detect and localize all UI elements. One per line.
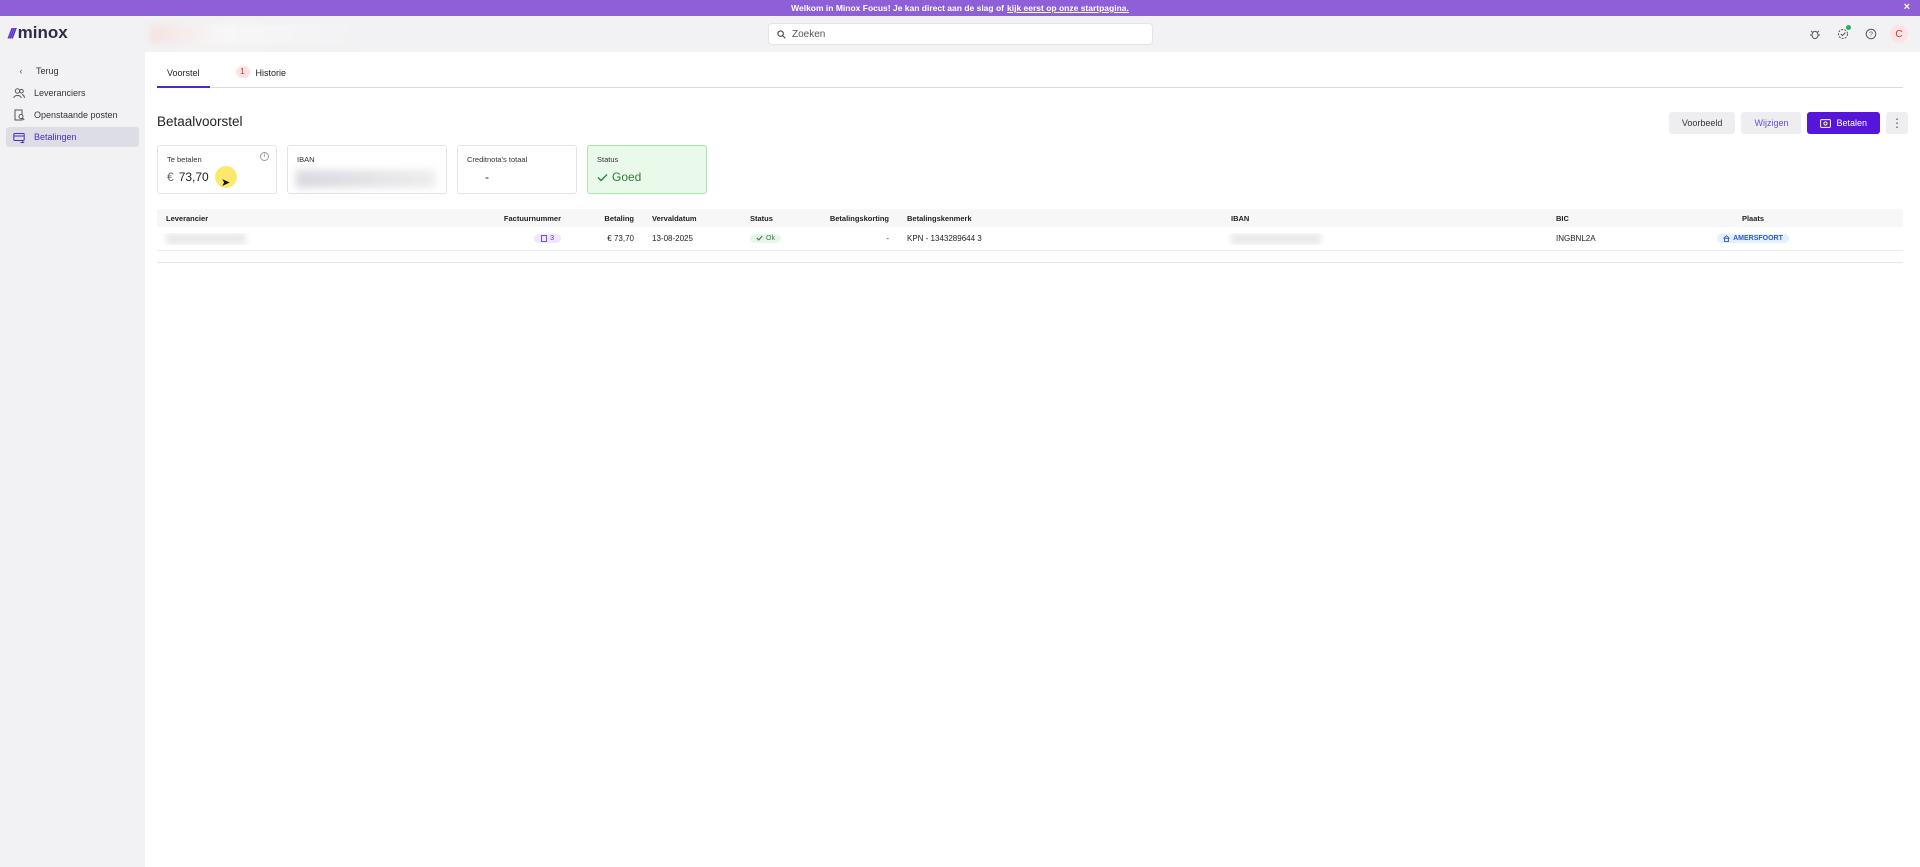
tab-bar: Voorstel 1 Historie (157, 66, 1903, 88)
document-search-icon (12, 109, 26, 121)
tasks-icon[interactable] (1834, 25, 1852, 43)
cell-due-date: 13-08-2025 (652, 234, 693, 243)
help-icon[interactable]: ? (1862, 25, 1880, 43)
card-iban: IBAN (287, 145, 447, 194)
cell-amount: € 73,70 (607, 234, 634, 243)
card-label: IBAN (297, 155, 315, 164)
table-footer (157, 251, 1903, 263)
sidebar-item-betalingen[interactable]: Betalingen (6, 127, 139, 147)
card-label: Creditnota's totaal (467, 155, 528, 164)
search-icon (777, 29, 786, 39)
invoice-count-badge[interactable]: 3 (534, 233, 561, 243)
more-options-icon[interactable]: ⋮ (1886, 112, 1908, 134)
pay-button[interactable]: Betalen (1807, 112, 1880, 134)
pay-button-label: Betalen (1836, 118, 1867, 128)
col-header-betalingskenmerk[interactable]: Betalingskenmerk (898, 214, 1222, 223)
banner-text: Welkom in Minox Focus! Je kan direct aan… (791, 3, 1004, 13)
cell-discount: - (886, 234, 889, 243)
to-pay-value: €73,70 (167, 170, 267, 184)
sidebar-item-leveranciers[interactable]: Leveranciers (6, 83, 139, 103)
logo-text: minox (17, 23, 68, 42)
sidebar-item-label: Betalingen (34, 132, 77, 142)
col-header-bic[interactable]: BIC (1547, 214, 1703, 223)
pay-icon (1820, 118, 1832, 128)
summary-cards: Te betalen i €73,70 ➤ IBAN Creditnota's … (157, 145, 707, 194)
top-icons: ? C (1806, 25, 1908, 43)
iban-redacted (1231, 232, 1321, 245)
search-input[interactable] (792, 28, 1122, 40)
status-value: Goed (597, 170, 697, 184)
historie-count-badge: 1 (235, 66, 250, 78)
supplier-redacted (166, 232, 246, 245)
card-label: Status (597, 155, 619, 164)
chevron-left-icon: ‹ (19, 66, 23, 76)
info-icon[interactable]: i (260, 152, 269, 161)
cell-bic: INGBNL2A (1556, 234, 1596, 243)
cell-status: Ok (741, 233, 811, 244)
search-bar[interactable] (768, 23, 1153, 45)
sidebar-item-label: Terug (36, 66, 59, 76)
cell-iban (1222, 232, 1547, 245)
col-header-plaats[interactable]: Plaats (1703, 214, 1803, 223)
cell-reference: KPN - 1343289644 3 (907, 234, 982, 243)
user-avatar[interactable]: C (1890, 25, 1908, 43)
credit-value: - (485, 170, 489, 184)
city-badge: AMERSFOORT (1717, 233, 1789, 243)
welcome-banner: Welkom in Minox Focus! Je kan direct aan… (0, 0, 1920, 16)
col-header-betalingskorting[interactable]: Betalingskorting (811, 214, 898, 223)
tab-historie[interactable]: 1 Historie (226, 66, 297, 88)
card-to-pay: Te betalen i €73,70 ➤ (157, 145, 277, 194)
check-icon (597, 173, 608, 181)
document-icon (541, 234, 547, 242)
sidebar-item-back[interactable]: ‹ Terug (6, 61, 139, 81)
tab-label: Historie (255, 68, 287, 78)
col-header-leverancier[interactable]: Leverancier (157, 214, 477, 223)
banner-close-icon[interactable]: × (1904, 1, 1910, 13)
status-ok-badge: Ok (750, 233, 781, 243)
home-icon (1723, 234, 1730, 242)
table-row[interactable]: 3 € 73,70 13-08-2025 Ok - KPN - 13432896… (157, 227, 1903, 251)
company-name-redacted[interactable] (150, 24, 360, 44)
check-icon (756, 235, 763, 242)
currency-symbol: € (167, 170, 174, 184)
sidebar-item-label: Leveranciers (34, 88, 86, 98)
minox-logo-icon: /// (8, 25, 16, 41)
col-header-status[interactable]: Status (741, 214, 811, 223)
action-bar: Voorbeeld Wijzigen Betalen ⋮ (1668, 112, 1908, 134)
banner-start-link[interactable]: kijk eerst op onze startpagina. (1007, 3, 1129, 13)
notification-dot (1846, 25, 1851, 30)
cell-supplier (157, 232, 477, 245)
main-content: Voorstel 1 Historie Betaalvoorstel Voorb… (145, 52, 1920, 867)
col-header-factuurnummer[interactable]: Factuurnummer (477, 214, 570, 223)
app-logo[interactable]: /// minox (8, 23, 68, 43)
page-title: Betaalvoorstel (157, 114, 243, 129)
mouse-cursor-icon: ➤ (221, 177, 231, 189)
card-status: Status Goed (587, 145, 707, 194)
col-header-betaling[interactable]: Betaling (570, 214, 643, 223)
svg-text:?: ? (1869, 31, 1873, 38)
status-text: Goed (612, 170, 642, 184)
card-credit-total: Creditnota's totaal - (457, 145, 577, 194)
sidebar: ‹ Terug Leveranciers Openstaande posten … (0, 52, 145, 867)
table-header: Leverancier Factuurnummer Betaling Verva… (157, 209, 1903, 227)
top-bar: /// minox ? C (0, 16, 1920, 52)
preview-button[interactable]: Voorbeeld (1668, 112, 1736, 134)
sidebar-item-label: Openstaande posten (34, 110, 118, 120)
cell-city: AMERSFOORT (1703, 233, 1803, 244)
payments-table: Leverancier Factuurnummer Betaling Verva… (157, 209, 1903, 263)
edit-button[interactable]: Wijzigen (1741, 112, 1802, 134)
col-header-vervaldatum[interactable]: Vervaldatum (643, 214, 741, 223)
cell-invoice: 3 (477, 233, 570, 244)
bug-icon[interactable] (1806, 25, 1824, 43)
sidebar-item-openstaande-posten[interactable]: Openstaande posten (6, 105, 139, 125)
iban-redacted (296, 170, 436, 188)
users-icon (12, 87, 26, 99)
col-header-iban[interactable]: IBAN (1222, 214, 1547, 223)
tab-label: Voorstel (167, 68, 200, 78)
to-pay-amount: 73,70 (178, 170, 209, 184)
tab-voorstel[interactable]: Voorstel (157, 66, 210, 88)
payments-icon (12, 132, 26, 143)
card-label: Te betalen (167, 155, 202, 164)
